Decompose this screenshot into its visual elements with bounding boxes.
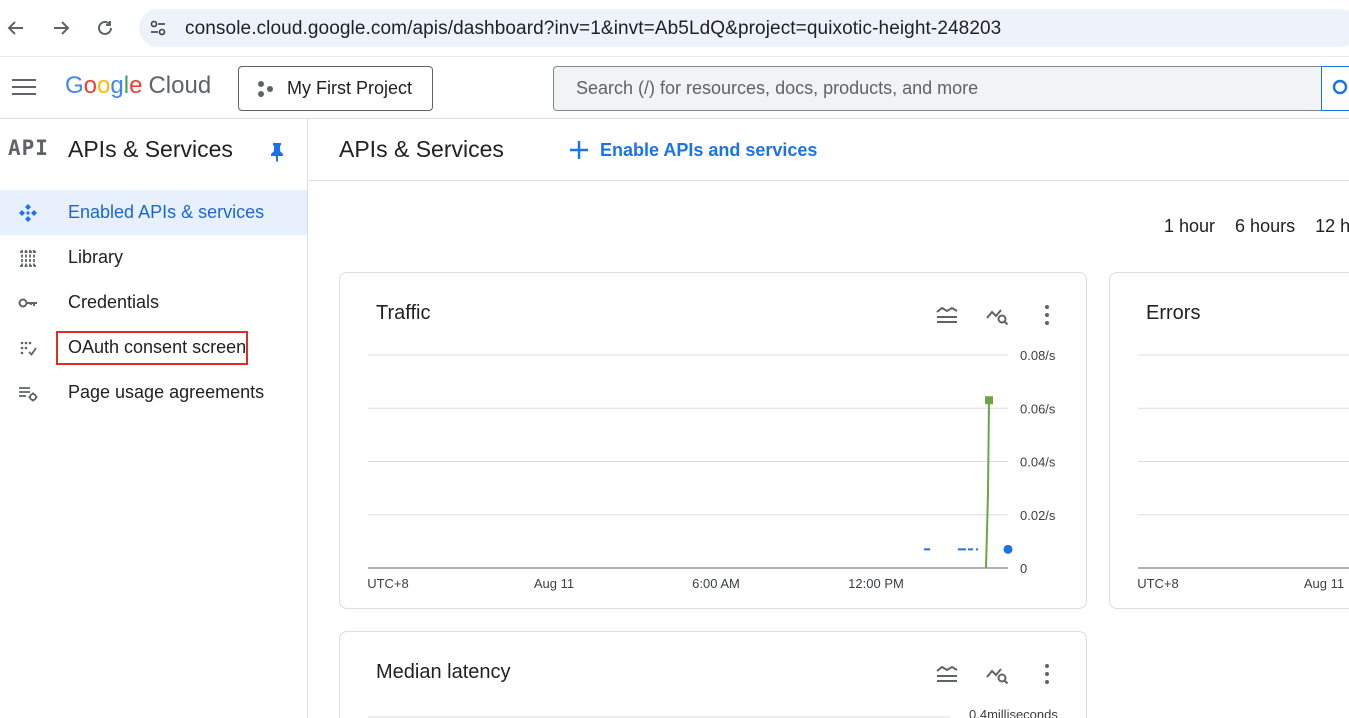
x-tick-label: 12:00 PM (848, 576, 904, 591)
plus-icon (570, 141, 588, 159)
enable-apis-label: Enable APIs and services (600, 139, 818, 160)
sidebar-item-label: Library (68, 247, 124, 267)
project-label: My First Project (287, 78, 413, 98)
highlight-box (56, 331, 248, 365)
time-option-1h[interactable]: 1 hour (1164, 216, 1215, 237)
sidebar-item-enabled-apis[interactable]: Enabled APIs & services (0, 190, 307, 235)
errors-card: Errors UTC+8 Aug 11 (1109, 272, 1349, 609)
consent-icon (17, 337, 39, 359)
sidebar-header: API APIs & Services (0, 119, 307, 181)
url-text[interactable]: console.cloud.google.com/apis/dashboard?… (185, 18, 1001, 40)
google-cloud-logo[interactable]: Google Cloud (65, 72, 211, 100)
browser-toolbar: console.cloud.google.com/apis/dashboard?… (0, 0, 1349, 57)
enabled-apis-icon (17, 202, 39, 224)
y-tick-label: 0.02/s (1020, 508, 1056, 523)
key-icon (17, 292, 39, 314)
menu-icon[interactable] (12, 79, 36, 97)
y-tick-label: 0.06/s (1020, 401, 1056, 416)
errors-chart: UTC+8 Aug 11 (1137, 354, 1349, 591)
pin-icon[interactable] (266, 140, 288, 162)
time-option-12h[interactable]: 12 ho (1315, 216, 1349, 237)
x-tick-label: 6:00 AM (692, 576, 740, 591)
y-tick-label: 0.04/s (1020, 455, 1056, 470)
sidebar-item-credentials[interactable]: Credentials (0, 280, 307, 325)
back-icon[interactable] (2, 14, 30, 42)
address-bar[interactable]: console.cloud.google.com/apis/dashboard?… (139, 9, 1349, 47)
search-bar[interactable] (553, 66, 1322, 111)
y-tick-label: 0.08/s (1020, 348, 1056, 363)
project-icon (258, 80, 273, 97)
sidebar-item-label: Page usage agreements (68, 382, 265, 402)
api-logo-icon: API (8, 136, 49, 160)
median-latency-card: Median latency 0.4milliseconds (339, 631, 1087, 718)
forward-icon[interactable] (47, 14, 75, 42)
reload-icon[interactable] (91, 14, 119, 42)
search-button[interactable] (1321, 66, 1349, 111)
search-input[interactable] (554, 67, 1322, 110)
enable-apis-button[interactable]: Enable APIs and services (568, 133, 817, 167)
page-title: APIs & Services (339, 136, 504, 162)
project-picker-button[interactable]: My First Project (238, 66, 433, 111)
x-tick-label: Aug 11 (534, 576, 574, 591)
traffic-card: Traffic 0.08/s 0.06/s 0.04/s 0.02/s 0 UTC+8 Au… (339, 272, 1087, 609)
series-green-line (985, 400, 990, 569)
y-tick-label: 0 (1020, 561, 1027, 576)
search-icon (1332, 79, 1348, 95)
traffic-chart: 0.08/s 0.06/s 0.04/s 0.02/s 0 UTC+8 Aug 11 6:00… (367, 348, 1056, 591)
sidebar-item-page-usage[interactable]: Page usage agreements (0, 370, 307, 415)
sidebar: API APIs & Services Enabled APIs & servi… (0, 119, 308, 718)
console-header: Google Cloud My First Project (0, 57, 1349, 119)
sidebar-item-label: Credentials (68, 292, 160, 312)
series-blue-point (1003, 544, 1013, 554)
site-settings-icon[interactable] (149, 19, 167, 37)
time-option-6h[interactable]: 6 hours (1235, 216, 1295, 237)
series-green-point (985, 396, 993, 405)
library-icon (17, 247, 39, 269)
sidebar-title: APIs & Services (68, 136, 233, 162)
latency-chart: 0.4milliseconds (368, 707, 1058, 718)
x-tick-label: UTC+8 (1137, 576, 1179, 591)
x-tick-label: UTC+8 (367, 576, 409, 591)
settings-list-icon (17, 382, 39, 404)
main-header: APIs & Services Enable APIs and services (309, 119, 1349, 181)
x-tick-label: Aug 11 (1304, 576, 1344, 591)
time-range-selector: 1 hour 6 hours 12 ho (1164, 216, 1349, 237)
sidebar-item-library[interactable]: Library (0, 235, 307, 280)
y-tick-label: 0.4milliseconds (969, 707, 1058, 718)
sidebar-item-label: Enabled APIs & services (68, 202, 265, 222)
